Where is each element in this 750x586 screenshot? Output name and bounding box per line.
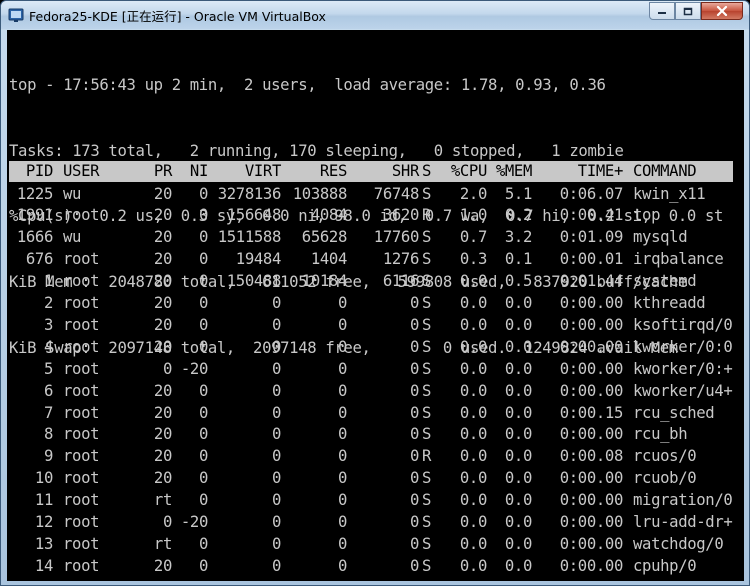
process-cell-time: 0:01.09 bbox=[559, 228, 624, 247]
virtualbox-window: Fedora25-KDE [正在运行] - Oracle VM VirtualB… bbox=[0, 0, 750, 586]
process-cell-time: 0:00.00 bbox=[559, 534, 624, 553]
maximize-button[interactable] bbox=[675, 2, 701, 20]
column-header-time: TIME+ bbox=[577, 162, 624, 180]
process-cell-command: kthreadd bbox=[633, 294, 706, 312]
virtualbox-icon bbox=[8, 8, 24, 22]
maximize-icon bbox=[683, 7, 693, 15]
process-cell-command: ksoftirqd/0 bbox=[633, 315, 733, 334]
process-cell-command: watchdog/0 bbox=[633, 534, 724, 553]
process-cell-time: 0:00.41 bbox=[559, 206, 624, 225]
process-cell-time: 0:00.00 bbox=[559, 337, 624, 356]
title-bar[interactable]: Fedora25-KDE [正在运行] - Oracle VM VirtualB… bbox=[1, 1, 749, 29]
summary-tasks-line: Tasks: 173 total, 2 running, 170 sleepin… bbox=[9, 141, 624, 160]
window-title: Fedora25-KDE [正在运行] - Oracle VM VirtualB… bbox=[29, 9, 326, 24]
process-cell-time: 0:00.00 bbox=[559, 425, 624, 444]
process-cell-time: 0:00.00 bbox=[559, 359, 624, 378]
close-button[interactable] bbox=[701, 2, 743, 20]
process-cell-time: 0:00.15 bbox=[559, 403, 624, 422]
process-cell-command: rcu_sched bbox=[633, 403, 715, 422]
terminal-screen[interactable]: top - 17:56:43 up 2 min, 2 users, load a… bbox=[7, 30, 744, 581]
process-cell-command: kworker/0:+ bbox=[633, 359, 733, 378]
process-cell-command: lru-add-dr+ bbox=[633, 513, 733, 531]
process-cell-time: 0:00.00 bbox=[559, 556, 624, 575]
process-cell-command: kworker/u4+ bbox=[633, 381, 733, 400]
process-cell-time: 0:00.08 bbox=[559, 447, 624, 466]
process-cell-time: 0:01.44 bbox=[559, 272, 624, 291]
minimize-icon bbox=[658, 12, 666, 14]
minimize-button[interactable] bbox=[649, 2, 675, 20]
process-cell-time: 0:00.01 bbox=[559, 250, 624, 269]
process-cell-time: 0:00.00 bbox=[559, 491, 624, 510]
process-cell-time: 0:06.07 bbox=[559, 184, 624, 203]
summary-uptime-line: top - 17:56:43 up 2 min, 2 users, load a… bbox=[9, 75, 606, 94]
process-cell-time: 0:00.00 bbox=[559, 315, 624, 334]
process-cell-command: rcuob/0 bbox=[633, 469, 697, 488]
process-cell-command: kworker/0:0 bbox=[633, 337, 733, 356]
process-cell-command: migration/0 bbox=[633, 491, 733, 510]
close-icon bbox=[716, 6, 728, 16]
process-cell-time: 0:00.00 bbox=[559, 294, 624, 312]
process-cell-time: 0:00.00 bbox=[559, 513, 624, 531]
process-cell-command: kwin_x11 bbox=[633, 184, 706, 203]
process-cell-command: systemd bbox=[633, 272, 697, 291]
process-cell-command: rcu_bh bbox=[633, 425, 688, 444]
process-cell-command: rcuos/0 bbox=[633, 447, 697, 466]
process-cell-command: mysqld bbox=[633, 228, 688, 247]
process-cell-command: cpuhp/0 bbox=[633, 556, 697, 575]
process-cell-command: top bbox=[633, 206, 661, 225]
column-header-command: COMMAND bbox=[633, 162, 697, 180]
window-controls bbox=[649, 2, 743, 20]
process-cell-time: 0:00.00 bbox=[559, 469, 624, 488]
process-cell-time: 0:00.00 bbox=[559, 381, 624, 400]
process-cell-command: irqbalance bbox=[633, 250, 724, 269]
